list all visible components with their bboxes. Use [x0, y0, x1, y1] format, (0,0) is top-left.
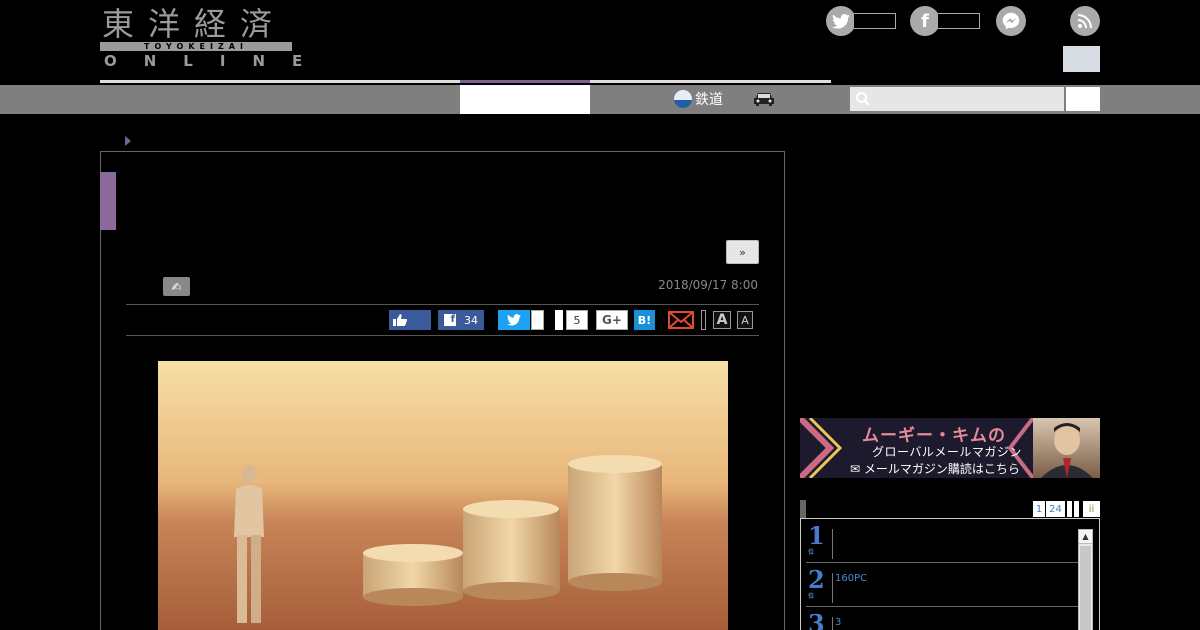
author-portrait [1033, 418, 1100, 478]
pocket-button[interactable] [555, 310, 563, 330]
nav-item-label: 鉄道 [695, 92, 723, 108]
train-icon [674, 90, 692, 108]
ranking-item[interactable]: 3位 3 [806, 607, 1078, 630]
mail-magazine-banner[interactable]: ムーギー・キムの グローバルメールマガジン ✉ メールマガジン購読はこちら [800, 418, 1100, 478]
facebook-share-count: 34 [464, 313, 478, 327]
ranking-tab-3[interactable] [1067, 501, 1072, 517]
login-button[interactable] [1063, 46, 1100, 72]
search-button[interactable] [1066, 87, 1100, 111]
search-box [850, 87, 1064, 111]
hatena-bookmark-button[interactable]: B! [634, 310, 655, 330]
mail-icon [668, 311, 694, 329]
ranking-tab-5[interactable]: ii [1083, 501, 1100, 517]
nav-item-railway[interactable]: 鉄道 [674, 88, 723, 110]
ranking-tab-1[interactable]: 1 [1033, 501, 1045, 517]
publish-date: 2018/09/17 8:00 [658, 278, 758, 292]
author-icon[interactable]: ✍ [163, 277, 190, 296]
ranking-tab-4[interactable] [1074, 501, 1079, 517]
logo-romaji: TOYOKEIZAI [100, 42, 292, 51]
scroll-up-icon[interactable]: ▲ [1078, 529, 1093, 544]
scroll-thumb[interactable] [1080, 546, 1091, 630]
logo-online: ONLINE [104, 52, 330, 70]
messenger-icon[interactable] [996, 6, 1026, 36]
mail-share-button[interactable] [668, 310, 694, 330]
font-small-button[interactable]: A [737, 311, 753, 329]
logo-kanji: 東洋経済 [102, 5, 287, 43]
print-button[interactable] [701, 310, 706, 330]
ranking-header-mark [800, 500, 806, 518]
rank-number: 2位 [808, 565, 825, 601]
twitter-icon[interactable] [826, 6, 856, 36]
pocket-count: 5 [566, 310, 588, 330]
banner-subtitle: グローバルメールマガジン [872, 445, 1022, 459]
facebook-icon: f [444, 314, 456, 326]
twitter-follow[interactable] [826, 6, 896, 36]
nav-tab-active[interactable] [460, 85, 590, 114]
rank-number: 3位 [808, 609, 825, 630]
tweet-count [531, 310, 544, 330]
breadcrumb-arrow-icon [125, 136, 131, 146]
rss-icon[interactable] [1070, 6, 1100, 36]
ranking-item[interactable]: 1位 [806, 519, 1078, 563]
twitter-icon [507, 314, 521, 326]
rank-title: 160PC [832, 573, 867, 603]
ranking-item[interactable]: 2位 160PC [806, 563, 1078, 607]
google-plus-button[interactable]: G+ [596, 310, 628, 330]
facebook-like-button[interactable] [389, 310, 431, 330]
font-large-button[interactable]: A [713, 311, 731, 329]
facebook-count-box [938, 13, 980, 29]
banner-cta: ✉ メールマガジン購読はこちら [850, 462, 1020, 476]
site-logo[interactable]: 東洋経済 TOYOKEIZAI ONLINE [100, 5, 302, 70]
title-accent-bar [100, 172, 116, 230]
search-input[interactable] [874, 87, 1062, 111]
ranking-tab-24[interactable]: 24 [1046, 501, 1065, 517]
nav-active-indicator [460, 80, 590, 83]
article-main-photo [158, 361, 728, 630]
twitter-count-box [854, 13, 896, 29]
facebook-follow[interactable]: f [910, 6, 980, 36]
messenger-share[interactable] [996, 6, 1026, 36]
search-icon [856, 92, 870, 106]
nav-item-car[interactable] [752, 91, 776, 107]
rank-number: 1位 [808, 521, 825, 557]
rank-title [832, 529, 835, 559]
rank-title: 3 [832, 617, 841, 630]
tweet-button[interactable] [498, 310, 530, 330]
next-page-button[interactable]: » [726, 240, 759, 264]
car-icon [754, 93, 774, 106]
facebook-icon[interactable]: f [910, 6, 940, 36]
facebook-share-button[interactable]: f 34 [438, 310, 484, 330]
thumbs-up-icon [393, 314, 407, 326]
